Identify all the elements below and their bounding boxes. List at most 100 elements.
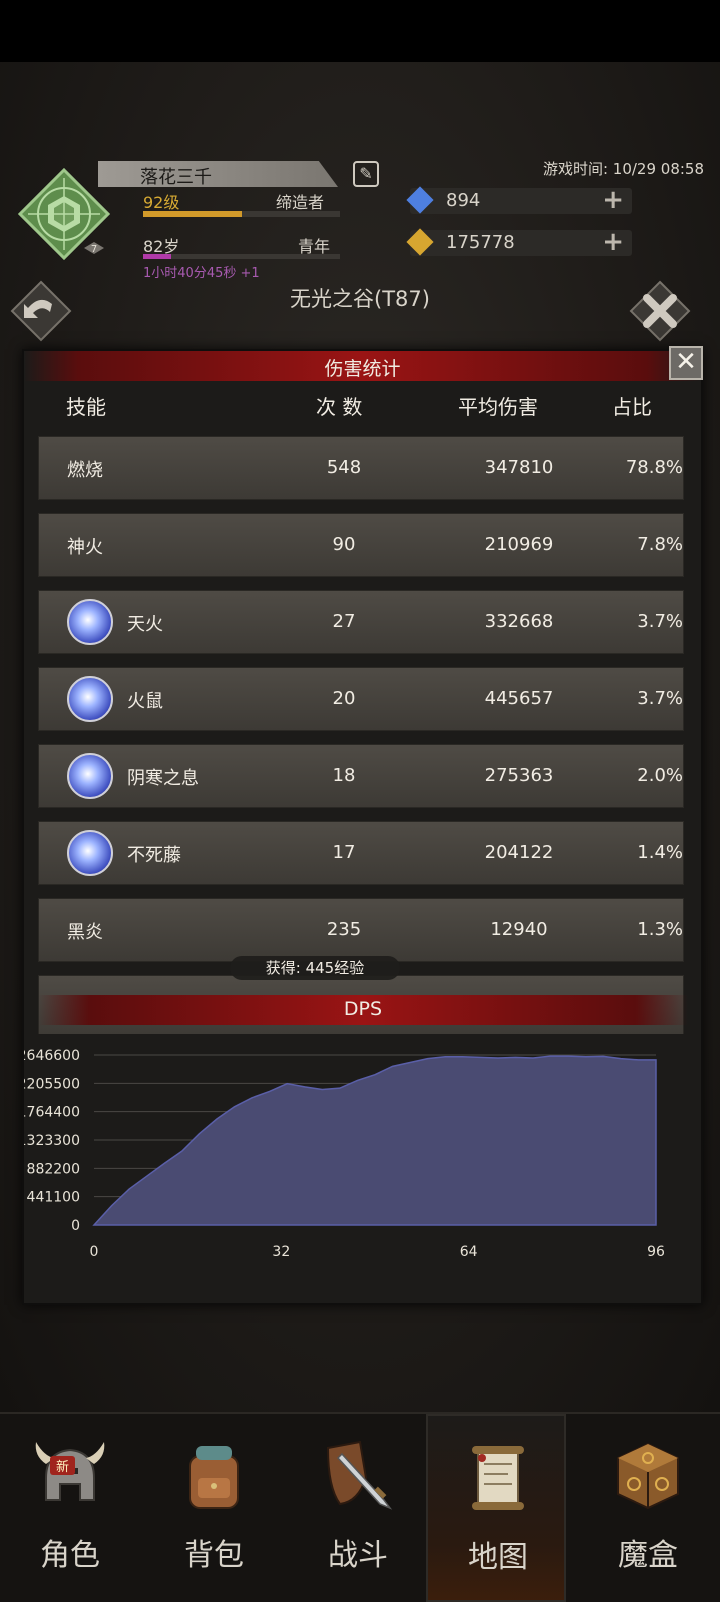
backpack-icon <box>189 1446 239 1509</box>
skill-ratio: 1.3% <box>637 919 683 940</box>
skill-row[interactable]: 神火 90 210969 7.8% <box>38 513 684 577</box>
col-header-avg: 平均伤害 <box>458 395 538 419</box>
skill-name: 天火 <box>127 614 163 635</box>
skill-row[interactable]: 天火 27 332668 3.7% <box>38 590 684 654</box>
nav-label: 背包 <box>184 1538 244 1573</box>
skill-name: 神火 <box>67 537 103 558</box>
add-gold-crystal-button[interactable]: + <box>602 227 624 257</box>
skill-avg-damage: 12940 <box>490 919 548 940</box>
skill-avg-damage: 275363 <box>484 765 554 786</box>
status-bar <box>0 0 720 62</box>
skill-ratio: 2.0% <box>637 765 683 786</box>
skill-row[interactable]: 阴寒之息 18 275363 2.0% <box>38 744 684 808</box>
nav-battle[interactable]: 战斗 <box>288 1414 428 1602</box>
y-tick-label: 441100 <box>27 1190 80 1206</box>
skill-ratio: 3.7% <box>637 611 683 632</box>
player-role: 缔造者 <box>276 193 325 212</box>
return-arrow-icon[interactable] <box>10 280 72 342</box>
age-progress-bar <box>143 254 340 259</box>
gold-crystal-icon <box>406 228 434 256</box>
y-tick-label: 2205500 <box>24 1076 80 1092</box>
exp-toast: 获得: 445经验 <box>230 956 400 980</box>
y-tick-label: 0 <box>71 1218 80 1234</box>
edit-name-icon[interactable]: ✎ <box>353 161 379 187</box>
nav-character[interactable]: 新 角色 <box>0 1414 140 1602</box>
skill-name: 阴寒之息 <box>127 768 199 789</box>
close-button[interactable]: ✕ <box>669 346 703 380</box>
nav-map[interactable]: 地图 <box>426 1414 566 1602</box>
skill-row[interactable]: 黑炎 235 12940 1.3% <box>38 898 684 962</box>
x-tick-label: 96 <box>647 1244 665 1260</box>
dialog-title: 伤害统计 <box>324 358 401 380</box>
skill-avg-damage: 445657 <box>484 688 554 709</box>
damage-stats-dialog: 伤害统计 ✕ 技能 次 数 平均伤害 占比 燃烧 548 347810 78.8… <box>22 346 703 1305</box>
skill-count: 17 <box>332 842 356 863</box>
skill-ratio: 7.8% <box>637 534 683 555</box>
dialog-header: 伤害统计 <box>24 351 701 381</box>
col-header-ratio: 占比 <box>612 395 652 419</box>
skill-avg-damage: 347810 <box>484 457 554 478</box>
skill-count: 90 <box>332 534 356 555</box>
skill-avg-damage: 332668 <box>484 611 554 632</box>
exit-x-icon[interactable] <box>629 280 691 342</box>
add-blue-crystal-button[interactable]: + <box>602 185 624 215</box>
x-tick-label: 0 <box>90 1244 99 1260</box>
x-tick-label: 64 <box>460 1244 478 1260</box>
col-header-count: 次 数 <box>316 395 363 419</box>
game-time: 游戏时间: 10/29 08:58 <box>542 160 704 178</box>
y-tick-label: 1323300 <box>24 1133 80 1149</box>
dps-area <box>92 1055 657 1226</box>
helmet-icon <box>35 1442 105 1501</box>
nav-label: 魔盒 <box>618 1538 678 1573</box>
fire-rat-icon <box>67 676 113 722</box>
skill-count: 18 <box>332 765 356 786</box>
level-progress-bar <box>143 211 340 217</box>
skill-ratio: 3.7% <box>637 688 683 709</box>
player-level: 92级 <box>143 193 180 212</box>
y-tick-label: 882200 <box>27 1161 80 1177</box>
new-badge: 新 <box>50 1456 76 1475</box>
skill-list[interactable]: 燃烧 548 347810 78.8% 神火 90 210969 7.8% 天火… <box>38 436 688 1034</box>
nav-magic-box[interactable]: 魔盒 <box>578 1414 718 1602</box>
frost-breath-icon <box>67 753 113 799</box>
dps-title: DPS <box>343 998 383 1020</box>
col-header-skill: 技能 <box>66 395 106 419</box>
y-tick-label: 1764400 <box>24 1105 80 1121</box>
nav-backpack[interactable]: 背包 <box>144 1414 284 1602</box>
nav-label: 角色 <box>40 1538 100 1573</box>
skill-name: 黑炎 <box>67 922 103 943</box>
sword-shield-icon <box>326 1440 393 1510</box>
gold-crystal-value: 175778 <box>446 232 515 253</box>
skill-row[interactable]: 不死藤 17 204122 1.4% <box>38 821 684 885</box>
skill-name: 燃烧 <box>67 460 103 481</box>
level-emblem-icon[interactable]: 7 <box>18 168 110 260</box>
skill-row[interactable]: 火鼠 20 445657 3.7% <box>38 667 684 731</box>
skill-row[interactable]: 燃烧 548 347810 78.8% <box>38 436 684 500</box>
map-title: 无光之谷(T87) <box>290 287 430 311</box>
nav-label: 地图 <box>468 1540 528 1575</box>
skill-name: 火鼠 <box>127 691 163 712</box>
dps-header: DPS <box>38 995 688 1025</box>
blue-crystal-value: 894 <box>446 190 481 211</box>
emblem-level: 7 <box>91 244 97 255</box>
blue-crystal-icon <box>406 186 434 214</box>
scroll-map-icon <box>472 1446 524 1510</box>
gold-crystal-counter: 175778 + <box>406 227 632 257</box>
y-tick-label: 2646600 <box>24 1048 80 1064</box>
bottom-nav: 新 角色 背包 战斗 地图 魔盒 <box>0 1412 720 1602</box>
dps-chart: 0 441100 882200 1323300 1764400 2205500 264660… <box>24 1048 665 1260</box>
blue-crystal-counter: 894 + <box>406 185 632 215</box>
blue-flame-orb-icon <box>67 599 113 645</box>
name-plate <box>98 161 338 187</box>
life-timer: 1小时40分45秒 +1 <box>143 266 260 281</box>
nav-label: 战斗 <box>328 1538 388 1573</box>
skill-count: 20 <box>332 688 356 709</box>
skill-count: 548 <box>326 457 362 478</box>
skill-count: 27 <box>332 611 356 632</box>
skill-ratio: 78.8% <box>625 457 683 478</box>
skill-name: 不死藤 <box>127 845 181 866</box>
x-tick-label: 32 <box>272 1244 290 1260</box>
skill-avg-damage: 210969 <box>484 534 554 555</box>
skill-ratio: 1.4% <box>637 842 683 863</box>
skill-count: 235 <box>326 919 362 940</box>
